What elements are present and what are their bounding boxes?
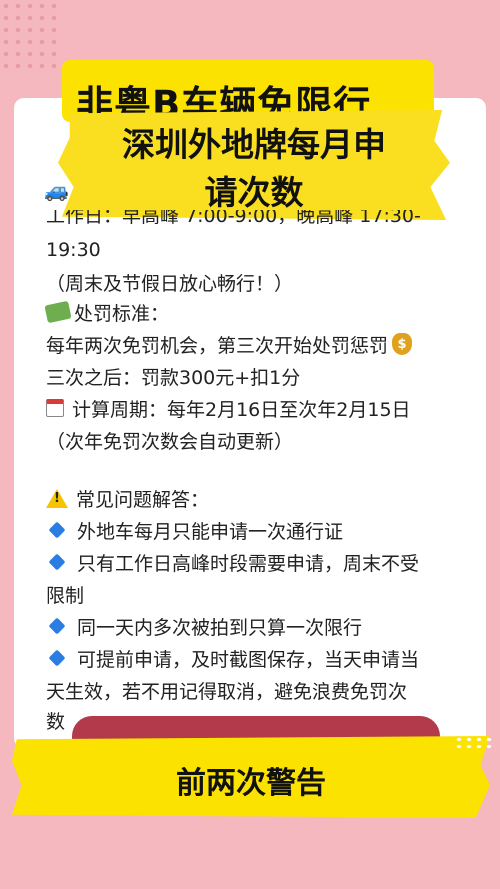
- penalty-line1-row: 每年两次免罚机会，第三次开始处罚惩罚 $: [46, 330, 413, 358]
- money-icon: [44, 300, 72, 324]
- faq-item-text: 只有工作日高峰时段需要申请，周末不受: [77, 552, 420, 575]
- warning-icon: [46, 488, 68, 508]
- faq-heading-row: 常见问题解答：: [46, 484, 209, 512]
- bottom-banner: 前两次警告: [12, 736, 490, 818]
- decorative-dots: [454, 736, 494, 750]
- faq-item: 只有工作日高峰时段需要申请，周末不受: [46, 548, 419, 576]
- title-line2a: 深圳外地牌每月申: [122, 125, 386, 164]
- penalty-line2: 三次之后：罚款300元+扣1分: [46, 366, 301, 389]
- penalty-heading: 处罚标准：: [74, 302, 170, 325]
- coin-icon: $: [392, 333, 413, 355]
- penalty-line1: 每年两次免罚机会，第三次开始处罚惩罚: [46, 334, 389, 357]
- diamond-icon: [48, 553, 66, 571]
- diamond-icon: [48, 521, 66, 539]
- title-banner-front: 深圳外地牌每月申 请次数: [58, 110, 450, 220]
- faq-item: 可提前申请，及时截图保存，当天申请当: [46, 644, 419, 672]
- weekend-note: （周末及节假日放心畅行！）: [46, 272, 294, 295]
- banner-text: 前两次警告: [176, 766, 326, 801]
- period-line2: （次年免罚次数会自动更新）: [46, 430, 294, 453]
- title-line2b: 请次数: [204, 173, 304, 212]
- faq-item: 同一天内多次被拍到只算一次限行: [46, 612, 362, 640]
- faq-item-cont: 天生效，若不用记得取消，避免浪费免罚次: [46, 680, 408, 703]
- faq-item-text: 可提前申请，及时截图保存，当天申请当: [77, 648, 420, 671]
- penalty-heading-row: 处罚标准：: [44, 298, 170, 326]
- faq-item-text: 同一天内多次被拍到只算一次限行: [77, 616, 363, 639]
- car-icon: 🚙: [44, 178, 69, 202]
- period-line1-row: 计算周期：每年2月16日至次年2月15日: [46, 394, 411, 422]
- faq-item-cont: 限制: [46, 584, 85, 607]
- calendar-icon: [46, 399, 64, 417]
- diamond-icon: [48, 649, 66, 667]
- schedule-cont: 19:30: [46, 239, 101, 261]
- faq-item-cont: 数: [46, 710, 66, 733]
- faq-heading: 常见问题解答：: [76, 488, 210, 511]
- schedule-line-clipped: 工作日：早高峰 7:00-9:00，晚高峰 17:30-: [46, 210, 466, 224]
- period-line1: 计算周期：每年2月16日至次年2月15日: [72, 398, 411, 421]
- faq-item-text: 外地车每月只能申请一次通行证: [77, 520, 344, 543]
- schedule-text: 工作日：早高峰 7:00-9:00，晚高峰 17:30-: [46, 210, 421, 224]
- faq-item: 外地车每月只能申请一次通行证: [46, 516, 343, 544]
- decorative-dots: [0, 0, 60, 75]
- diamond-icon: [48, 617, 66, 635]
